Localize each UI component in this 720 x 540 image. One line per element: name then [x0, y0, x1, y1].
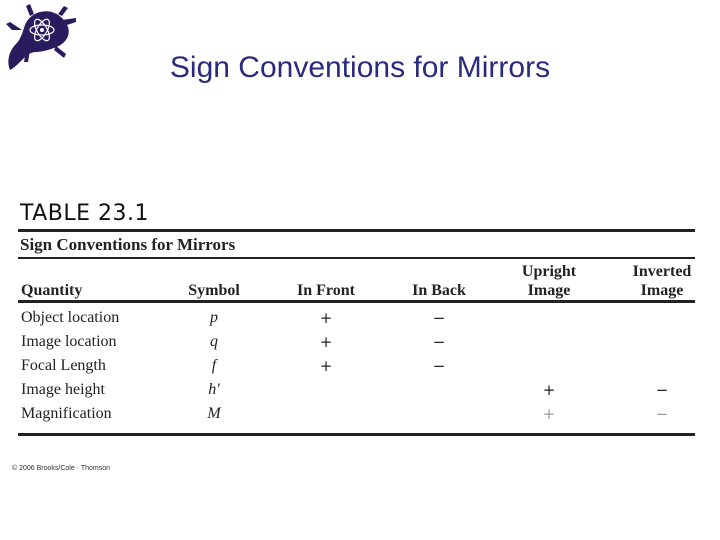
row-quantity: Object location — [21, 309, 120, 326]
header-upright-line1: Upright — [521, 263, 577, 280]
row-in-front: + — [319, 357, 333, 375]
row-in-back: − — [432, 357, 446, 375]
row-symbol: M — [207, 405, 221, 422]
header-inverted-line2: Image — [640, 282, 684, 299]
table-bottom-rule — [18, 433, 695, 436]
row-in-back: − — [432, 333, 446, 351]
header-upright-line2: Image — [527, 282, 571, 299]
header-in-back: In Back — [412, 282, 466, 299]
row-in-back: − — [432, 309, 446, 327]
slide-title: Sign Conventions for Mirrors — [169, 51, 551, 84]
row-quantity: Focal Length — [21, 357, 106, 374]
row-inverted: − — [655, 381, 669, 399]
table-label: TABLE 23.1 — [20, 201, 150, 226]
row-symbol: f — [211, 357, 217, 374]
row-quantity: Magnification — [21, 405, 112, 422]
row-symbol: p — [210, 309, 218, 326]
row-symbol: h′ — [208, 381, 220, 398]
header-symbol: Symbol — [188, 282, 240, 299]
row-inverted: − — [655, 405, 669, 423]
table-caption: Sign Conventions for Mirrors — [20, 235, 236, 254]
row-in-front: + — [319, 309, 333, 327]
copyright-notice: © 2006 Brooks/Cole · Thomson — [12, 465, 111, 472]
row-in-front: + — [319, 333, 333, 351]
header-rule — [18, 300, 695, 303]
row-upright: + — [542, 381, 556, 399]
header-quantity: Quantity — [21, 282, 83, 299]
row-quantity: Image height — [21, 381, 105, 398]
row-quantity: Image location — [21, 333, 117, 350]
table-top-rule — [18, 229, 695, 232]
row-upright: + — [542, 405, 556, 423]
header-in-front: In Front — [297, 282, 355, 299]
row-symbol: q — [210, 333, 218, 350]
caption-rule — [18, 257, 695, 259]
header-inverted-line1: Inverted — [632, 263, 692, 280]
